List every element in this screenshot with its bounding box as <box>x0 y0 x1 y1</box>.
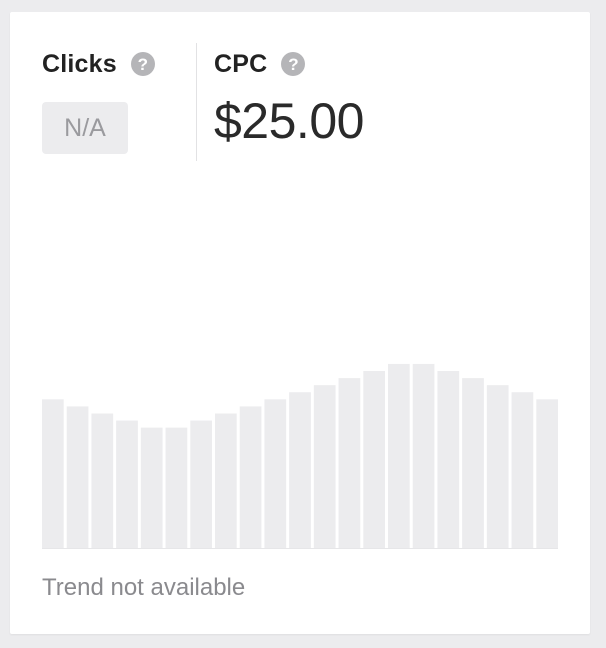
trend-unavailable-note: Trend not available <box>42 574 246 601</box>
trend-bar <box>338 378 361 548</box>
trend-bar <box>486 385 509 548</box>
clicks-label: Clicks <box>42 49 117 78</box>
cpc-header: CPC ? <box>214 44 306 84</box>
trend-bar <box>363 371 385 548</box>
trend-bar <box>190 420 212 548</box>
trend-bar <box>313 385 336 548</box>
trend-bar <box>412 363 435 548</box>
trend-bar <box>437 371 460 548</box>
cpc-value: $25.00 <box>214 93 364 149</box>
metric-divider <box>196 43 197 161</box>
trend-bar <box>140 427 163 548</box>
cpc-label: CPC <box>214 49 268 78</box>
trend-bar <box>388 363 410 548</box>
trend-bar <box>536 399 558 548</box>
trend-bar <box>264 399 287 548</box>
keyword-metrics-card: Clicks ? N/A CPC ? $25.00 Trend not avai… <box>10 12 590 634</box>
trend-bar <box>66 406 89 548</box>
cpc-metric: CPC ? $25.00 <box>214 44 364 150</box>
trend-bar <box>116 420 138 548</box>
help-icon[interactable]: ? <box>130 52 155 76</box>
trend-bar <box>462 378 484 548</box>
trend-bar <box>511 392 534 548</box>
trend-bar <box>42 399 64 548</box>
trend-bar <box>215 413 237 548</box>
clicks-value-badge: N/A <box>42 102 128 154</box>
trend-bar <box>91 413 114 548</box>
clicks-header: Clicks ? <box>42 44 155 84</box>
clicks-metric: Clicks ? N/A <box>42 44 155 154</box>
trend-bar <box>165 427 188 548</box>
trend-bar <box>289 392 311 548</box>
trend-bar <box>239 406 262 548</box>
trend-chart <box>42 363 558 549</box>
help-icon[interactable]: ? <box>281 52 306 76</box>
